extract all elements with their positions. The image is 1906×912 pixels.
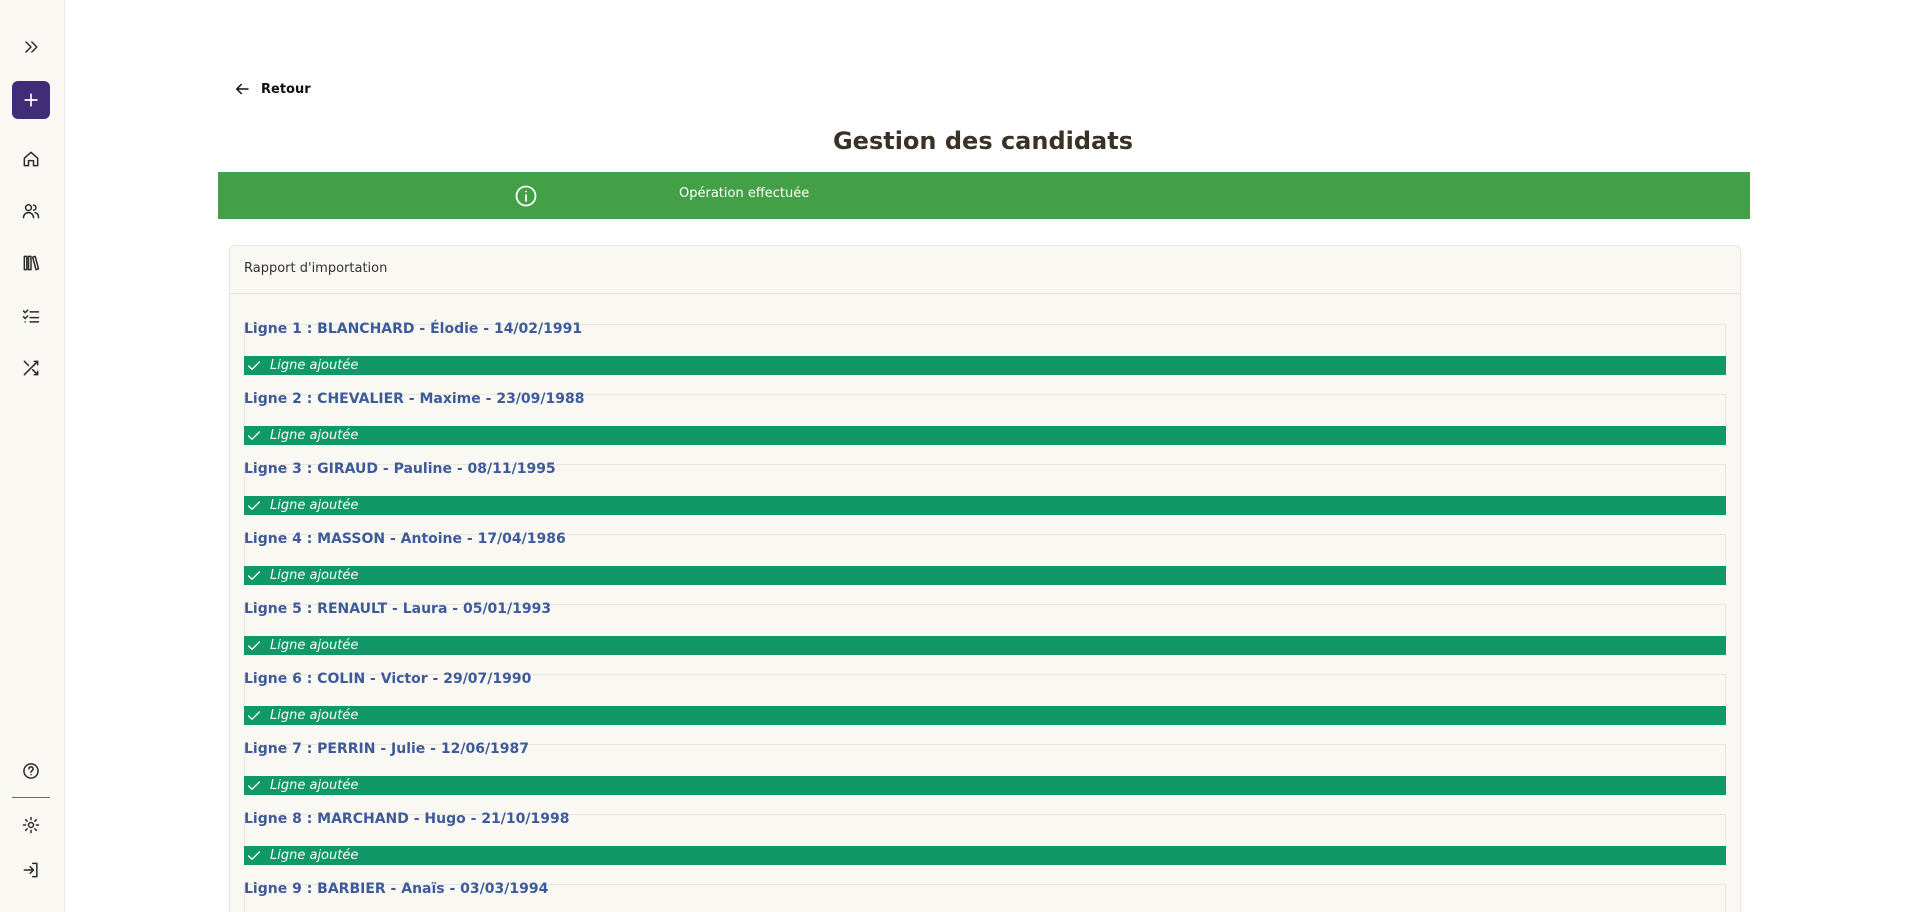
list-item: Ligne 8 : MARCHAND - Hugo - 21/10/1998 Li… (244, 811, 1726, 884)
logout-button[interactable] (12, 851, 50, 889)
sidebar (0, 0, 65, 912)
import-report-rows: Ligne 1 : BLANCHARD - Élodie - 14/02/199… (244, 321, 1726, 912)
import-report-panel: Rapport d'importation Ligne 1 : BLANCHAR… (229, 245, 1741, 912)
gear-icon (22, 816, 40, 834)
add-button[interactable] (12, 81, 50, 119)
sidebar-item-checklist[interactable] (12, 297, 50, 335)
row-status-badge: Ligne ajoutée (244, 776, 1726, 795)
row-status-label: Ligne ajoutée (270, 428, 359, 443)
row-title[interactable]: Ligne 2 : CHEVALIER - Maxime - 23/09/198… (244, 391, 584, 407)
row-title[interactable]: Ligne 4 : MASSON - Antoine - 17/04/1986 (244, 531, 566, 547)
settings-button[interactable] (12, 806, 50, 844)
list-item: Ligne 2 : CHEVALIER - Maxime - 23/09/198… (244, 391, 1726, 464)
sidebar-divider (12, 797, 50, 798)
check-icon (248, 570, 260, 580)
row-status-badge: Ligne ajoutée (244, 356, 1726, 375)
row-status-badge: Ligne ajoutée (244, 496, 1726, 515)
help-circle-icon (23, 763, 39, 779)
import-report-title: Rapport d'importation (230, 246, 1740, 294)
main-content: Retour Gestion des candidats Opération e… (65, 0, 1906, 912)
row-status-badge: Ligne ajoutée (244, 846, 1726, 865)
row-status-badge: Ligne ajoutée (244, 636, 1726, 655)
shuffle-icon (23, 360, 39, 376)
check-icon (248, 360, 260, 370)
row-status-label: Ligne ajoutée (270, 358, 359, 373)
list-item: Ligne 7 : PERRIN - Julie - 12/06/1987 Lig… (244, 741, 1726, 814)
check-icon (248, 430, 260, 440)
chevrons-right-icon (25, 41, 38, 53)
row-status-label: Ligne ajoutée (270, 568, 359, 583)
row-title[interactable]: Ligne 1 : BLANCHARD - Élodie - 14/02/199… (244, 321, 582, 337)
list-item: Ligne 5 : RENAULT - Laura - 05/01/1993 Li… (244, 601, 1726, 674)
row-title[interactable]: Ligne 6 : COLIN - Victor - 29/07/1990 (244, 671, 531, 687)
check-icon (248, 710, 260, 720)
sidebar-item-library[interactable] (12, 244, 50, 282)
check-icon (248, 640, 260, 650)
row-status-label: Ligne ajoutée (270, 778, 359, 793)
page-title: Gestion des candidats (832, 127, 1134, 155)
row-title[interactable]: Ligne 5 : RENAULT - Laura - 05/01/1993 (244, 601, 551, 617)
check-icon (248, 850, 260, 860)
help-button[interactable] (12, 752, 50, 790)
sidebar-item-home[interactable] (12, 140, 50, 178)
check-icon (248, 500, 260, 510)
row-title[interactable]: Ligne 9 : BARBIER - Anaïs - 03/03/1994 (244, 881, 548, 897)
row-status-badge: Ligne ajoutée (244, 426, 1726, 445)
list-item: Ligne 6 : COLIN - Victor - 29/07/1990 Lig… (244, 671, 1726, 744)
row-title[interactable]: Ligne 3 : GIRAUD - Pauline - 08/11/1995 (244, 461, 556, 477)
home-icon (23, 151, 39, 167)
library-icon (23, 255, 40, 271)
list-check-icon (22, 309, 40, 323)
row-status-label: Ligne ajoutée (270, 708, 359, 723)
row-status-badge: Ligne ajoutée (244, 566, 1726, 585)
sidebar-item-shuffle[interactable] (12, 349, 50, 387)
row-title[interactable]: Ligne 7 : PERRIN - Julie - 12/06/1987 (244, 741, 529, 757)
list-item: Ligne 4 : MASSON - Antoine - 17/04/1986 L… (244, 531, 1726, 604)
list-item: Ligne 1 : BLANCHARD - Élodie - 14/02/199… (244, 321, 1726, 394)
row-title[interactable]: Ligne 8 : MARCHAND - Hugo - 21/10/1998 (244, 811, 569, 827)
log-in-icon (23, 862, 38, 878)
row-status-label: Ligne ajoutée (270, 848, 359, 863)
row-status-label: Ligne ajoutée (270, 638, 359, 653)
sidebar-item-candidates[interactable] (12, 192, 50, 230)
arrow-left-icon (236, 83, 249, 95)
back-link[interactable]: Retour (233, 80, 311, 98)
back-label: Retour (261, 81, 311, 97)
list-item: Ligne 9 : BARBIER - Anaïs - 03/03/1994Li… (244, 881, 1726, 912)
success-alert: Opération effectuée (218, 172, 1750, 219)
row-status-badge: Ligne ajoutée (244, 706, 1726, 725)
info-icon (514, 184, 538, 208)
alert-message: Opération effectuée (679, 186, 810, 201)
row-status-label: Ligne ajoutée (270, 498, 359, 513)
plus-icon (24, 93, 38, 107)
expand-sidebar-button[interactable] (12, 28, 50, 66)
check-icon (248, 780, 260, 790)
users-icon (22, 204, 40, 219)
list-item: Ligne 3 : GIRAUD - Pauline - 08/11/1995 L… (244, 461, 1726, 534)
